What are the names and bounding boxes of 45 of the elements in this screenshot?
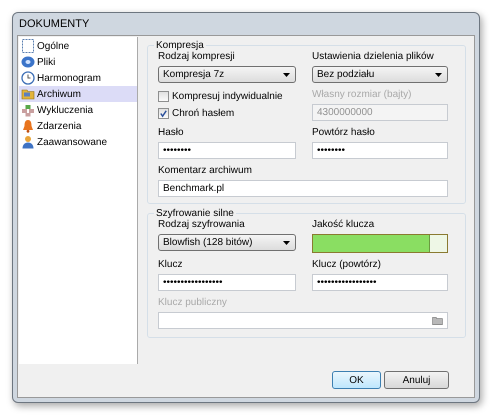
password-field[interactable]: •••••••• [158,142,296,159]
field-label: Klucz [158,259,184,271]
window-title: DOKUMENTY [19,18,90,30]
checkbox[interactable] [158,108,169,119]
field-label: Jakość klucza [312,219,376,231]
field-label: Ustawienia dzielenia plików [312,51,435,63]
caret-icon [435,72,442,76]
dropdown[interactable]: Bez podziału [312,66,448,83]
folder-icon [21,87,35,101]
sidebar-item[interactable]: Zdarzenia [19,118,137,134]
blocks-icon [21,103,35,117]
checkbox[interactable] [158,91,169,102]
checkbox-label: Chroń hasłem [172,108,234,119]
group-title: Szyfrowanie silne [155,208,235,219]
field-label: Rodzaj szyfrowania [158,219,246,231]
bell-icon [21,119,35,133]
group-title: Kompresja [155,40,205,51]
input-field[interactable]: Benchmark.pl [158,180,448,197]
sidebar-item[interactable]: Archiwum [19,86,137,102]
dropdown[interactable]: Blowfish (128 bitów) [158,234,296,251]
dialog-button[interactable]: OK [332,371,381,389]
sidebar-item[interactable]: Zaawansowane [19,134,137,150]
dropdown[interactable]: Kompresja 7z [158,66,296,83]
checkbox-label: Kompresuj indywidualnie [172,91,283,102]
sidebar-item[interactable]: Harmonogram [19,70,137,86]
folder-icon[interactable] [432,316,443,325]
sidebar-item[interactable]: Ogólne [19,38,137,54]
input-field[interactable] [158,312,448,329]
dialog-button[interactable]: Anuluj [384,371,449,389]
sidebar-item[interactable]: Pliki [19,54,137,70]
password-field[interactable]: ••••••••••••••••• [158,274,296,291]
field-label: Klucz (powtórz) [312,259,382,271]
field-label: Komentarz archiwum [158,165,253,177]
field-label: Powtórz hasło [312,127,376,139]
field-label: Klucz publiczny [158,297,228,309]
user-icon [21,135,35,149]
caret-icon [283,240,290,244]
field-label: Rodzaj kompresji [158,51,236,63]
sidebar-item[interactable]: Wykluczenia [19,102,137,118]
password-field[interactable]: •••••••• [312,142,448,159]
password-field[interactable]: ••••••••••••••••• [312,274,448,291]
field-label: Własny rozmiar (bajty) [312,89,412,101]
field-label: Hasło [158,127,185,139]
caret-icon [283,72,290,76]
disk-icon [21,55,35,69]
